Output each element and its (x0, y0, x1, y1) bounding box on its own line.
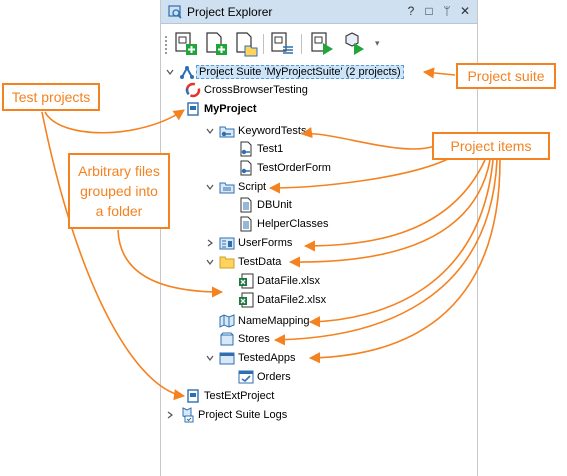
tree-item-datafile[interactable]: DataFile.xlsx (238, 272, 320, 290)
maximize-button[interactable]: □ (421, 3, 437, 19)
tree-item-namemapping[interactable]: NameMapping (219, 312, 310, 330)
callout-arbitrary-files: Arbitrary files grouped into a folder (68, 153, 170, 229)
callout-test-projects: Test projects (2, 83, 100, 111)
run-project-icon[interactable] (309, 30, 335, 58)
panel-titlebar: Project Explorer ? □ ᛘ ✕ (161, 0, 477, 24)
expand-icon[interactable] (165, 410, 175, 420)
add-new-item-icon[interactable] (203, 30, 229, 58)
tree-item-testextproject[interactable]: TestExtProject (185, 387, 274, 405)
callout-text: Project items (450, 138, 532, 154)
namemapping-icon (219, 314, 235, 328)
keyword-test-icon (240, 141, 252, 157)
tree-item-testedapps[interactable]: TestedApps (205, 349, 295, 367)
tree-item-label: TestedApps (238, 352, 296, 364)
run-options-icon[interactable] (341, 30, 367, 58)
tree-item-label: KeywordTests (238, 125, 307, 137)
add-existing-item-icon[interactable] (233, 30, 259, 58)
script-unit-icon (240, 216, 252, 232)
tree-item-dbunit[interactable]: DBUnit (238, 196, 292, 214)
keyword-tests-icon (219, 126, 235, 138)
tree-item-label: MyProject (204, 103, 257, 115)
tree-item-project-suite[interactable]: Project Suite 'MyProjectSuite' (2 projec… (165, 63, 404, 81)
script-unit-icon (240, 197, 252, 213)
stores-icon (220, 332, 234, 346)
panel-toolbar: ▾ (161, 24, 477, 64)
tree-item-label: Stores (238, 333, 270, 345)
callout-text: Project suite (467, 68, 545, 84)
tree-item-label: DBUnit (257, 199, 292, 211)
tree-item-label: TestData (238, 256, 282, 268)
tree-item-label: Script (238, 181, 267, 193)
pin-button[interactable]: ᛘ (439, 3, 455, 19)
collapse-icon[interactable] (205, 126, 215, 136)
tree-item-project-suite-logs[interactable]: Project Suite Logs (165, 406, 287, 424)
script-icon (219, 182, 235, 194)
tree-item-stores[interactable]: Stores (219, 330, 270, 348)
keyword-test-icon (240, 160, 252, 176)
toolbar-separator (263, 34, 264, 54)
collapse-icon[interactable] (205, 353, 215, 363)
tree-item-testdata[interactable]: TestData (205, 253, 281, 271)
callout-text: Arbitrary files grouped into a folder (78, 163, 160, 219)
tree-item-label: CrossBrowserTesting (204, 84, 308, 96)
tested-app-icon (238, 370, 254, 384)
close-button[interactable]: ✕ (457, 3, 473, 19)
collapse-icon[interactable] (205, 182, 215, 192)
excel-file-icon (239, 292, 254, 308)
tree-item-label: DataFile2.xlsx (257, 294, 327, 306)
crossbrowsertesting-icon (185, 82, 201, 98)
excel-file-icon (239, 273, 254, 289)
toolbar-separator (301, 34, 302, 54)
project-properties-icon[interactable] (269, 30, 295, 58)
tree-item-label: TestExtProject (204, 390, 275, 402)
collapse-icon[interactable] (205, 257, 215, 267)
tree-item-label: DataFile.xlsx (257, 275, 320, 287)
collapse-icon[interactable] (165, 67, 175, 77)
tested-apps-icon (219, 352, 235, 365)
tree-item-label: Test1 (257, 143, 284, 155)
toolbar-grip (165, 36, 167, 54)
tree-item-label: HelperClasses (257, 218, 329, 230)
tree-item-helperclasses[interactable]: HelperClasses (238, 215, 329, 233)
tree-item-myproject[interactable]: MyProject (185, 100, 257, 118)
tree-item-datafile2[interactable]: DataFile2.xlsx (238, 291, 326, 309)
project-icon (187, 389, 199, 403)
folder-icon (219, 256, 235, 269)
panel-title: Project Explorer (187, 5, 273, 19)
callout-project-items: Project items (432, 132, 550, 160)
tree-item-script[interactable]: Script (205, 178, 266, 196)
tree-item-label: Orders (257, 371, 291, 383)
run-dropdown-icon[interactable]: ▾ (375, 38, 380, 49)
tree-item-label: TestOrderForm (257, 162, 331, 174)
tree-item-test1[interactable]: Test1 (238, 140, 283, 158)
help-button[interactable]: ? (403, 3, 419, 19)
tree-item-label: NameMapping (238, 315, 310, 327)
add-new-project-icon[interactable] (173, 30, 199, 58)
callout-project-suite: Project suite (456, 63, 556, 89)
tree-item-label: Project Suite Logs (198, 409, 288, 421)
logs-icon (182, 407, 194, 423)
project-explorer-icon (168, 5, 182, 19)
tree-item-label: UserForms (238, 237, 293, 249)
project-suite-icon (180, 65, 194, 79)
tree-item-orders[interactable]: Orders (238, 368, 291, 386)
callout-text: Test projects (11, 89, 91, 105)
tree-item-label: Project Suite 'MyProjectSuite' (2 projec… (196, 65, 404, 79)
expand-icon[interactable] (205, 238, 215, 248)
project-icon (187, 102, 199, 116)
tree-item-testorderform[interactable]: TestOrderForm (238, 159, 331, 177)
tree-item-keywordtests[interactable]: KeywordTests (205, 122, 306, 140)
tree-item-userforms[interactable]: UserForms (205, 234, 292, 252)
userforms-icon (219, 237, 235, 250)
tree-item-crossbrowsertesting[interactable]: CrossBrowserTesting (185, 81, 308, 99)
